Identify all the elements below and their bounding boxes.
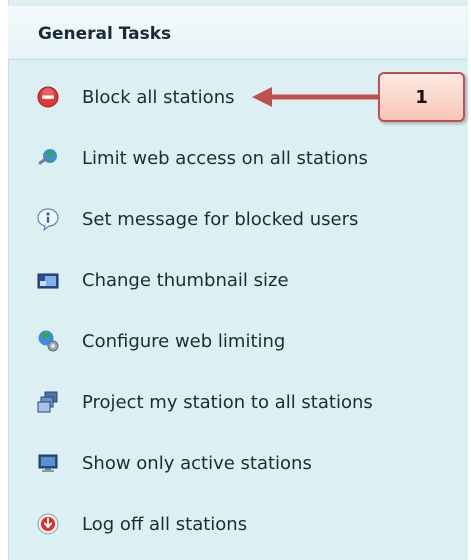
task-limit-web-access[interactable]: Limit web access on all stations	[36, 141, 456, 175]
monitor-icon	[36, 451, 60, 475]
callout-number: 1	[415, 87, 428, 108]
task-label: Block all stations	[82, 87, 235, 108]
thumbnail-icon	[36, 268, 60, 292]
task-label: Configure web limiting	[82, 331, 286, 352]
info-icon	[36, 207, 60, 232]
panel-header: General Tasks	[8, 6, 467, 60]
task-label: Limit web access on all stations	[82, 148, 368, 169]
web-config-icon	[36, 329, 60, 353]
panel-title: General Tasks	[38, 24, 172, 44]
task-label: Log off all stations	[82, 514, 248, 535]
project-station-icon	[36, 390, 60, 414]
task-project-my-station[interactable]: Project my station to all stations	[36, 385, 456, 419]
log-off-icon	[36, 512, 60, 536]
callout-arrow	[252, 87, 378, 107]
block-icon	[36, 85, 60, 109]
task-set-message[interactable]: Set message for blocked users	[36, 202, 456, 236]
task-label: Project my station to all stations	[82, 392, 373, 413]
task-log-off-all-stations[interactable]: Log off all stations	[36, 507, 456, 541]
task-label: Change thumbnail size	[82, 270, 289, 291]
task-label: Show only active stations	[82, 453, 312, 474]
task-configure-web-limiting[interactable]: Configure web limiting	[36, 324, 456, 358]
callout-badge: 1	[378, 72, 465, 122]
limit-web-access-icon	[36, 146, 60, 170]
task-show-active-stations[interactable]: Show only active stations	[36, 446, 456, 480]
task-change-thumbnail-size[interactable]: Change thumbnail size	[36, 263, 456, 297]
task-label: Set message for blocked users	[82, 209, 359, 230]
